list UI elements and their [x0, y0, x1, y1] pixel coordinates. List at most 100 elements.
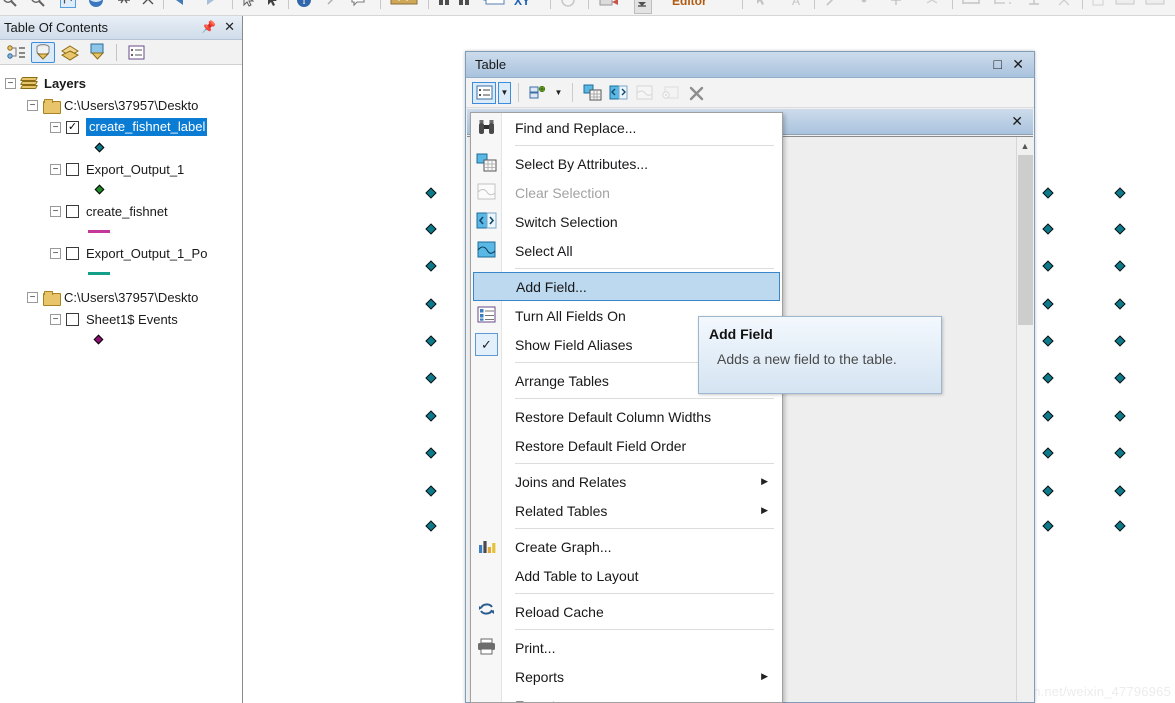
menu-item-restore-default-field-order[interactable]: Restore Default Field Order [471, 431, 782, 460]
attributes-icon[interactable] [1114, 0, 1136, 8]
midpoint-icon[interactable] [856, 0, 872, 8]
toc-group-0[interactable]: − C:\Users\37957\Deskto [0, 94, 242, 116]
editor-menu-label[interactable]: Editor [672, 0, 707, 8]
straight-segment-icon[interactable] [824, 0, 840, 8]
table-options-menu[interactable]: Find and Replace... Select By Attributes… [470, 112, 783, 703]
menu-item-export[interactable]: Export... [471, 691, 782, 703]
measure-icon[interactable] [390, 0, 418, 8]
menu-item-clear-selection: Clear Selection [471, 178, 782, 207]
toc-layer-sheet1-events[interactable]: − Sheet1$ Events [0, 308, 242, 330]
collapse-icon[interactable]: − [5, 77, 16, 89]
edit-tool-icon[interactable] [752, 0, 768, 8]
go-back-extent-icon[interactable] [172, 0, 188, 8]
layer-visibility-checkbox[interactable]: ✓ [66, 120, 79, 134]
find-route-icon[interactable] [456, 0, 472, 8]
menu-item-label: Print... [515, 639, 556, 656]
hyperlink-icon[interactable] [324, 0, 340, 8]
table-options-button[interactable] [472, 81, 496, 104]
toc-layer-create-fishnet[interactable]: − create_fishnet [0, 200, 242, 222]
identify-icon[interactable]: i [296, 0, 312, 8]
find-icon[interactable] [436, 0, 452, 8]
clear-selection-button[interactable] [632, 82, 656, 104]
related-tables-dropdown-arrow[interactable]: ▼ [552, 82, 565, 104]
collapse-icon[interactable]: − [27, 291, 38, 303]
toc-toolbar[interactable] [0, 40, 242, 65]
vertical-scrollbar[interactable]: ▲ [1016, 137, 1033, 701]
intersection-icon[interactable] [1056, 0, 1072, 8]
fixed-zoom-out-icon[interactable] [140, 0, 156, 8]
toc-layer-export-output-1-po[interactable]: − Export_Output_1_Po [0, 242, 242, 264]
pin-icon[interactable]: 📌 [201, 20, 216, 34]
layer-visibility-checkbox[interactable] [66, 312, 79, 326]
menu-item-find-and-replace[interactable]: Find and Replace... [471, 113, 782, 142]
toc-group-1[interactable]: − C:\Users\37957\Deskto [0, 286, 242, 308]
select-by-attributes-button[interactable] [580, 82, 604, 104]
layer-visibility-checkbox[interactable] [66, 204, 79, 218]
list-by-selection-icon[interactable] [85, 42, 109, 63]
go-forward-extent-icon[interactable] [202, 0, 218, 8]
distance-icon[interactable] [960, 0, 982, 8]
close-icon[interactable]: ✕ [1011, 113, 1023, 130]
full-extent-icon[interactable] [88, 0, 104, 8]
collapse-icon[interactable]: − [50, 313, 61, 325]
toc-layer-create-fishnet-label[interactable]: − ✓ create_fishnet_label [0, 116, 242, 138]
toc-root-layers[interactable]: − Layers [0, 72, 242, 94]
table-window-toolbar[interactable]: ▼ ▼ [466, 78, 1034, 108]
parallel-icon[interactable] [992, 0, 1014, 8]
switch-selection-button[interactable] [606, 82, 630, 104]
collapse-icon[interactable]: − [50, 205, 61, 217]
menu-item-add-table-to-layout[interactable]: Add Table to Layout [471, 561, 782, 590]
scrollbar-thumb[interactable] [1018, 155, 1033, 325]
menu-item-add-field[interactable]: Add Field... [473, 272, 780, 301]
close-icon[interactable]: ✕ [1012, 56, 1024, 73]
create-features-icon[interactable] [1144, 0, 1166, 8]
go-to-xy-icon[interactable]: o [482, 0, 506, 8]
toolbar-overflow-icon[interactable] [634, 0, 652, 14]
main-toolbar-strip[interactable]: i o XY Editor A [0, 0, 1175, 16]
collapse-icon[interactable]: − [50, 247, 61, 259]
html-popup-icon[interactable] [350, 0, 366, 8]
edit-annotation-icon[interactable]: A [788, 0, 804, 8]
trace-icon[interactable] [888, 0, 904, 8]
close-icon[interactable]: ✕ [224, 19, 235, 35]
zoom-to-selected-button[interactable] [658, 82, 682, 104]
menu-item-joins-and-relates[interactable]: Joins and Relates ▶ [471, 467, 782, 496]
menu-item-switch-selection[interactable]: Switch Selection [471, 207, 782, 236]
chevron-up-icon[interactable]: ▲ [1017, 137, 1033, 154]
list-by-visibility-icon[interactable] [58, 42, 82, 63]
sketch-properties-icon[interactable] [1090, 0, 1106, 8]
collapse-icon[interactable]: − [27, 99, 38, 111]
toc-layer-tree[interactable]: − Layers − C:\Users\37957\Deskto − ✓ cre… [0, 66, 242, 703]
pan-icon[interactable] [60, 0, 76, 8]
collapse-icon[interactable]: − [50, 121, 61, 133]
menu-item-print[interactable]: Print... [471, 633, 782, 662]
restore-icon[interactable]: □ [994, 56, 1002, 72]
time-slider-icon[interactable] [560, 0, 576, 8]
fixed-zoom-in-icon[interactable] [116, 0, 132, 8]
snap-icon[interactable] [924, 0, 940, 8]
layer-visibility-checkbox[interactable] [66, 246, 79, 260]
list-by-source-icon[interactable] [31, 41, 55, 63]
zoom-out-icon[interactable] [30, 0, 46, 8]
menu-item-reports[interactable]: Reports ▶ [471, 662, 782, 691]
delete-selected-button[interactable] [684, 82, 708, 104]
menu-item-related-tables[interactable]: Related Tables ▶ [471, 496, 782, 525]
menu-item-select-by-attributes[interactable]: Select By Attributes... [471, 149, 782, 178]
menu-item-select-all[interactable]: Select All [471, 236, 782, 265]
list-by-drawing-order-icon[interactable] [4, 42, 28, 63]
table-options-dropdown-arrow[interactable]: ▼ [498, 81, 511, 104]
editor-toolbar-icon[interactable] [598, 0, 622, 8]
related-tables-button[interactable] [526, 82, 550, 104]
layer-visibility-checkbox[interactable] [66, 162, 79, 176]
toc-layer-export-output-1[interactable]: − Export_Output_1 [0, 158, 242, 180]
perpendicular-icon[interactable] [1026, 0, 1042, 8]
zoom-in-icon[interactable] [2, 0, 18, 8]
select-pointer-icon[interactable] [264, 0, 280, 8]
map-point [1114, 260, 1126, 272]
menu-item-create-graph[interactable]: Create Graph... [471, 532, 782, 561]
options-icon[interactable] [124, 42, 148, 63]
menu-item-restore-default-column-widths[interactable]: Restore Default Column Widths [471, 402, 782, 431]
select-features-icon[interactable] [240, 0, 256, 8]
collapse-icon[interactable]: − [50, 163, 61, 175]
menu-item-reload-cache[interactable]: Reload Cache [471, 597, 782, 626]
